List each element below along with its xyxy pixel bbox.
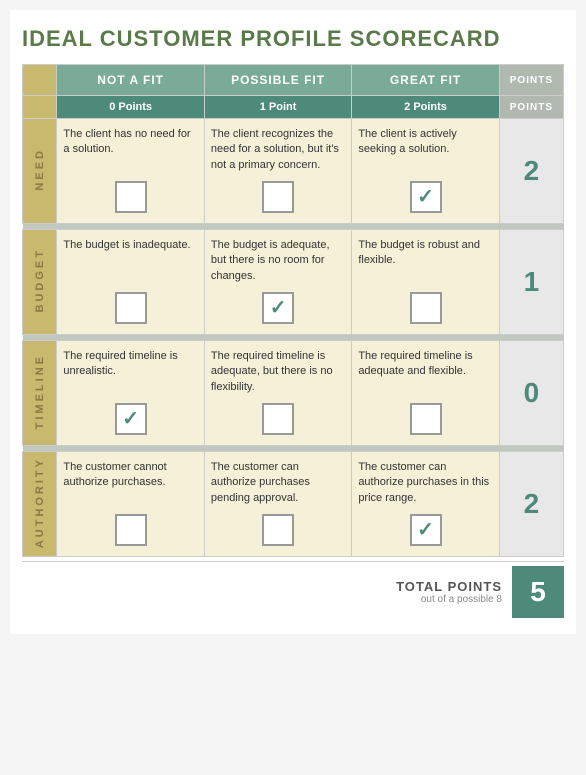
authority-not-a-fit-cell: The customer cannot authorize purchases.	[57, 452, 204, 557]
scorecard-table: NOT A FIT POSSIBLE FIT GREAT FIT POINTS …	[22, 64, 564, 557]
authority-not-a-fit-checkbox-area	[63, 508, 197, 552]
authority-great-fit-text: The customer can authorize purchases in …	[358, 460, 492, 508]
timeline-not-a-fit-cell: The required timeline is unrealistic.	[57, 341, 204, 446]
total-sublabel: out of a possible 8	[396, 594, 502, 605]
budget-not-a-fit-text: The budget is inadequate.	[63, 238, 197, 286]
need-possible-fit-checkbox[interactable]	[262, 181, 294, 213]
timeline-not-a-fit-checkbox-area	[63, 397, 197, 441]
total-value: 5	[512, 566, 564, 618]
row-label-authority: AUTHORITY	[23, 452, 57, 557]
authority-possible-fit-text: The customer can authorize purchases pen…	[211, 460, 345, 508]
authority-possible-fit-checkbox-area	[211, 508, 345, 552]
authority-possible-fit-checkbox[interactable]	[262, 514, 294, 546]
need-great-fit-checkbox-area	[358, 175, 492, 219]
need-possible-fit-checkbox-area	[211, 175, 345, 219]
subheader-points: POINTS	[499, 96, 563, 119]
timeline-possible-fit-checkbox[interactable]	[262, 403, 294, 435]
need-not-a-fit-text: The client has no need for a solution.	[63, 127, 197, 175]
col-header-possible-fit: POSSIBLE FIT	[204, 65, 351, 96]
header-row-top: NOT A FIT POSSIBLE FIT GREAT FIT POINTS	[23, 65, 564, 96]
timeline-great-fit-cell: The required timeline is adequate and fl…	[352, 341, 499, 446]
col-header-points: POINTS	[499, 65, 563, 96]
budget-possible-fit-checkbox[interactable]	[262, 292, 294, 324]
timeline-great-fit-checkbox[interactable]	[410, 403, 442, 435]
budget-possible-fit-text: The budget is adequate, but there is no …	[211, 238, 345, 286]
budget-not-a-fit-cell: The budget is inadequate.	[57, 230, 204, 335]
need-great-fit-checkbox[interactable]	[410, 181, 442, 213]
authority-not-a-fit-checkbox[interactable]	[115, 514, 147, 546]
authority-great-fit-cell: The customer can authorize purchases in …	[352, 452, 499, 557]
row-label-budget: BUDGET	[23, 230, 57, 335]
timeline-not-a-fit-checkbox[interactable]	[115, 403, 147, 435]
authority-not-a-fit-text: The customer cannot authorize purchases.	[63, 460, 197, 508]
need-great-fit-cell: The client is actively seeking a solutio…	[352, 119, 499, 224]
total-label: TOTAL POINTS	[396, 579, 502, 594]
main-title: IDEAL CUSTOMER PROFILE SCORECARD	[22, 26, 564, 52]
header-row-bottom: 0 Points 1 Point 2 Points POINTS	[23, 96, 564, 119]
row-label-timeline: TIMELINE	[23, 341, 57, 446]
need-possible-fit-text: The client recognizes the need for a sol…	[211, 127, 345, 175]
total-label-cell: TOTAL POINTS out of a possible 8	[396, 579, 512, 605]
need-great-fit-text: The client is actively seeking a solutio…	[358, 127, 492, 175]
budget-great-fit-text: The budget is robust and flexible.	[358, 238, 492, 286]
table-row: BUDGET The budget is inadequate. The bud…	[23, 230, 564, 335]
total-footer: TOTAL POINTS out of a possible 8 5	[22, 561, 564, 618]
timeline-possible-fit-checkbox-area	[211, 397, 345, 441]
table-row: TIMELINE The required timeline is unreal…	[23, 341, 564, 446]
timeline-great-fit-checkbox-area	[358, 397, 492, 441]
subheader-great-fit: 2 Points	[352, 96, 499, 119]
authority-great-fit-checkbox-area	[358, 508, 492, 552]
timeline-great-fit-text: The required timeline is adequate and fl…	[358, 349, 492, 397]
row-label-need: NEED	[23, 119, 57, 224]
subheader-possible-fit: 1 Point	[204, 96, 351, 119]
timeline-not-a-fit-text: The required timeline is unrealistic.	[63, 349, 197, 397]
timeline-possible-fit-text: The required timeline is adequate, but t…	[211, 349, 345, 397]
budget-points: 1	[499, 230, 563, 335]
need-points: 2	[499, 119, 563, 224]
budget-possible-fit-checkbox-area	[211, 286, 345, 330]
authority-possible-fit-cell: The customer can authorize purchases pen…	[204, 452, 351, 557]
timeline-points: 0	[499, 341, 563, 446]
budget-great-fit-checkbox[interactable]	[410, 292, 442, 324]
budget-not-a-fit-checkbox[interactable]	[115, 292, 147, 324]
subheader-not-a-fit: 0 Points	[57, 96, 204, 119]
table-row: AUTHORITY The customer cannot authorize …	[23, 452, 564, 557]
budget-possible-fit-cell: The budget is adequate, but there is no …	[204, 230, 351, 335]
need-possible-fit-cell: The client recognizes the need for a sol…	[204, 119, 351, 224]
need-not-a-fit-cell: The client has no need for a solution.	[57, 119, 204, 224]
col-header-great-fit: GREAT FIT	[352, 65, 499, 96]
table-row: NEED The client has no need for a soluti…	[23, 119, 564, 224]
scorecard-container: IDEAL CUSTOMER PROFILE SCORECARD NOT A F…	[10, 10, 576, 634]
need-not-a-fit-checkbox[interactable]	[115, 181, 147, 213]
col-header-not-a-fit: NOT A FIT	[57, 65, 204, 96]
budget-great-fit-checkbox-area	[358, 286, 492, 330]
authority-great-fit-checkbox[interactable]	[410, 514, 442, 546]
authority-points: 2	[499, 452, 563, 557]
budget-not-a-fit-checkbox-area	[63, 286, 197, 330]
need-not-a-fit-checkbox-area	[63, 175, 197, 219]
timeline-possible-fit-cell: The required timeline is adequate, but t…	[204, 341, 351, 446]
budget-great-fit-cell: The budget is robust and flexible.	[352, 230, 499, 335]
